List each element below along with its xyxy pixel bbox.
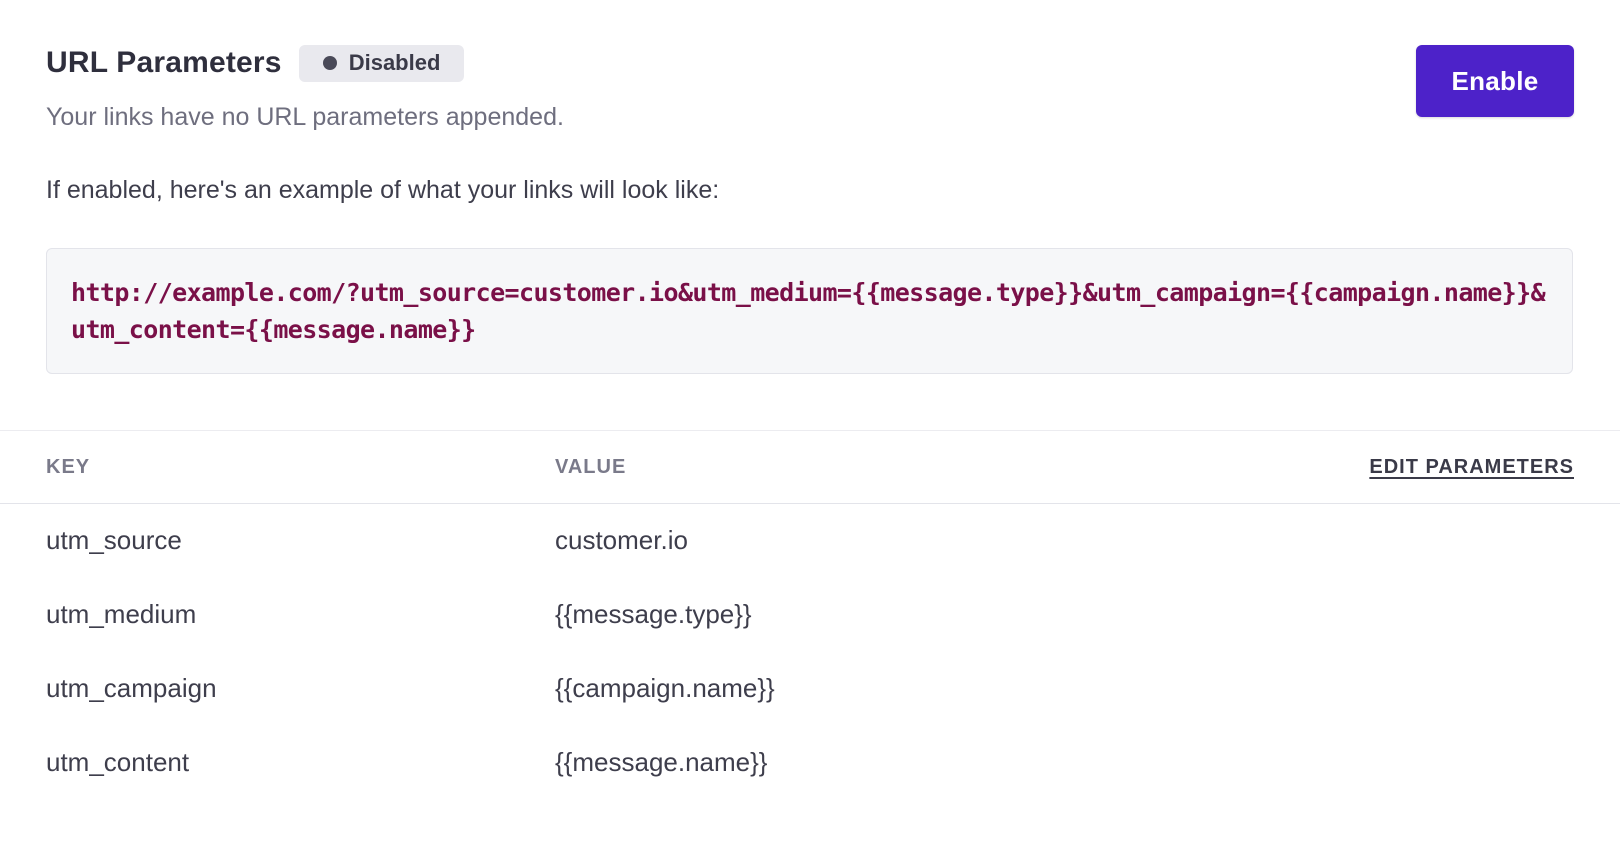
title-row: URL Parameters Disabled [46, 44, 465, 82]
column-header-value: VALUE [555, 456, 627, 478]
enable-button[interactable]: Enable [1416, 45, 1574, 117]
example-intro: If enabled, here's an example of what yo… [46, 176, 720, 204]
table-row: utm_medium {{message.type}} [0, 579, 1620, 653]
example-url: http://example.com/?utm_source=customer.… [71, 278, 1546, 344]
parameters-table-header: KEY VALUE EDIT PARAMETERS [0, 431, 1620, 504]
param-value: {{message.type}} [555, 599, 752, 629]
status-dot-icon [322, 56, 337, 70]
status-badge-label: Disabled [348, 50, 441, 75]
page-subtitle: Your links have no URL parameters append… [46, 103, 564, 131]
table-row: utm_campaign {{campaign.name}} [0, 653, 1620, 727]
table-row: utm_source customer.io [0, 505, 1620, 579]
param-key: utm_campaign [46, 673, 217, 703]
page-title: URL Parameters [46, 46, 282, 79]
param-key: utm_medium [46, 599, 197, 629]
param-value: {{message.name}} [555, 747, 768, 777]
status-badge: Disabled [298, 44, 465, 82]
param-value: {{campaign.name}} [555, 673, 775, 703]
column-header-key: KEY [46, 456, 91, 478]
table-row: utm_content {{message.name}} [0, 727, 1620, 801]
param-key: utm_source [46, 525, 182, 555]
parameters-table-body: utm_source customer.io utm_medium {{mess… [0, 505, 1620, 801]
param-value: customer.io [555, 525, 688, 555]
example-url-box: http://example.com/?utm_source=customer.… [46, 248, 1573, 374]
param-key: utm_content [46, 747, 190, 777]
edit-parameters-link[interactable]: EDIT PARAMETERS [1369, 456, 1574, 479]
